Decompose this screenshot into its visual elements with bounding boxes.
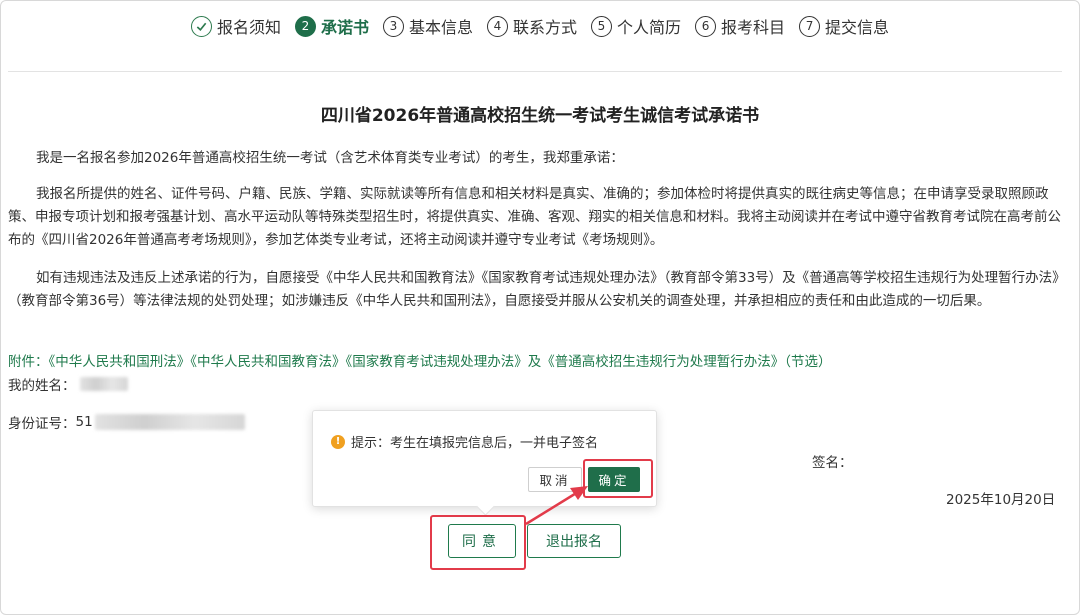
step-number: 5 — [591, 15, 612, 37]
step-number: 4 — [486, 15, 508, 37]
signature-label: 签名： — [812, 455, 853, 471]
pledge-paragraph-1: 我是一名报名参加2026年普通高校招生统一考试（含艺术体育类专业考试）的考生，我… — [36, 150, 624, 166]
step-label: 报考科目 — [721, 18, 786, 37]
pledge-paragraph-2: 我报名所提供的姓名、证件号码、户籍、民族、学籍、实际就读等所有信息和相关材料是真… — [8, 186, 1061, 248]
id-value-redacted — [94, 414, 245, 430]
pledge-title: 四川省2026年普通高校招生统一考试考生诚信考试承诺书 — [320, 106, 760, 126]
warning-icon: ! — [331, 434, 345, 449]
id-label: 身份证号： — [8, 416, 76, 432]
step-number: 7 — [799, 15, 821, 37]
step-number: 6 — [695, 15, 717, 37]
step-label: 个人简历 — [617, 18, 682, 37]
step-subjects[interactable]: 6 报考科目 — [695, 14, 785, 38]
step-number: 3 — [382, 15, 404, 37]
step-number: 2 — [294, 15, 316, 37]
popup-message: ! 提示：考生在填报完信息后，一并电子签名 — [331, 432, 598, 451]
name-value-redacted — [79, 377, 128, 391]
popup-cancel-button[interactable]: 取消 — [528, 467, 582, 492]
step-label: 报名须知 — [216, 18, 281, 37]
id-prefix: 51 — [75, 414, 93, 430]
step-notice[interactable]: 报名须知 — [190, 14, 281, 38]
step-progress: 报名须知 2 承诺书 3 基本信息 4 联系方式 5 个人简历 6 报考科目 7… — [0, 14, 1080, 38]
pledge-date: 2025年10月20日 — [946, 492, 1056, 508]
name-label: 我的姓名： — [8, 378, 76, 394]
step-label: 提交信息 — [825, 18, 890, 37]
popup-message-text: 提示：考生在填报完信息后，一并电子签名 — [351, 436, 599, 451]
step-basic-info[interactable]: 3 基本信息 — [382, 14, 473, 38]
attachment-link[interactable]: 附件：《中华人民共和国刑法》《中华人民共和国教育法》《国家教育考试违规处理办法》… — [8, 350, 832, 370]
step-resume[interactable]: 5 个人简历 — [591, 14, 681, 38]
step-label: 承诺书 — [320, 18, 369, 37]
header-divider — [8, 71, 1062, 72]
step-label: 基本信息 — [408, 18, 473, 37]
step-submit[interactable]: 7 提交信息 — [799, 14, 889, 38]
confirm-highlight-box — [583, 459, 653, 498]
step-pledge[interactable]: 2 承诺书 — [294, 14, 369, 38]
pledge-paragraph-3: 如有违规违法及违反上述承诺的行为，自愿接受《中华人民共和国教育法》《国家教育考试… — [8, 270, 1059, 309]
step-label: 联系方式 — [512, 18, 577, 37]
check-icon — [190, 15, 212, 37]
step-contact[interactable]: 4 联系方式 — [486, 14, 577, 38]
exit-registration-button[interactable]: 退出报名 — [527, 524, 621, 558]
agree-button[interactable]: 同意 — [448, 524, 516, 558]
name-row: 我的姓名： — [8, 374, 128, 394]
id-row: 身份证号： 51 — [8, 412, 245, 432]
